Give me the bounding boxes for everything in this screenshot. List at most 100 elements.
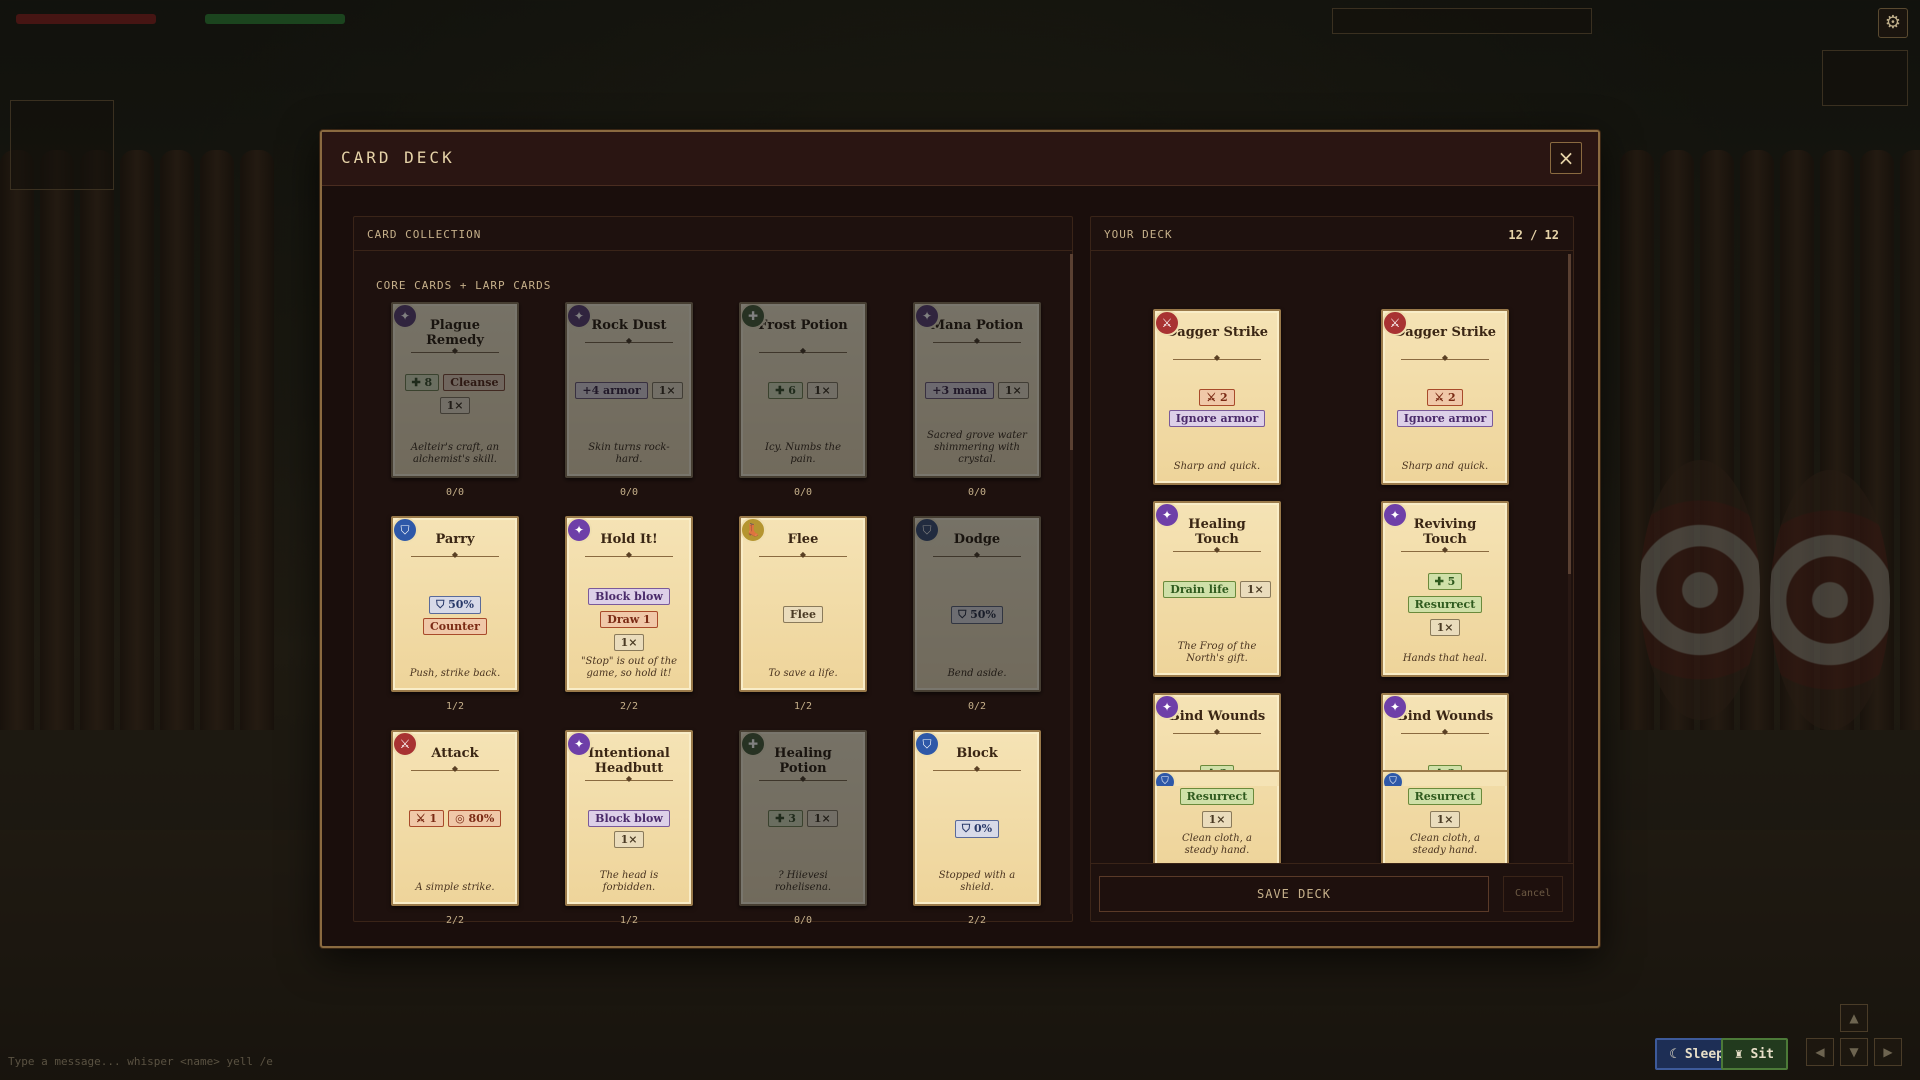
deck-slot: ⚔Dagger Strike ⚔ 2 Ignore armor Sharp and q…	[1381, 309, 1509, 485]
card[interactable]: ✚Frost Potion ✚ 61× Icy. Numbs the pain.	[739, 302, 867, 478]
minimap-slot	[10, 100, 114, 190]
sparkle-icon: ✦	[393, 304, 418, 329]
card-divider	[1401, 359, 1489, 360]
card-flavor: Skin turns rock-hard.	[588, 442, 670, 465]
card[interactable]: ✦Intentional Headbutt Block blow 1× The hea…	[565, 730, 693, 906]
arrow-up-icon[interactable]: ▲	[1840, 1004, 1868, 1032]
collection-slot: ✦Intentional Headbutt Block blow 1× The hea…	[565, 730, 693, 944]
card[interactable]: ✦ Plague Remedy ✚ 8Cleanse 1× Aelteir's craf…	[391, 302, 519, 478]
card-name: Dodge	[953, 532, 1001, 547]
card-divider	[933, 342, 1021, 343]
effect-chip: Cleanse	[443, 374, 506, 391]
deck-slot: ✦Reviving Touch ✚ 5 Resurrect 1× Hands that …	[1381, 501, 1509, 677]
card-effects: ⚔ 1 ◎ 80%	[397, 810, 513, 827]
card[interactable]: ✦ Hold It! Block blow Draw 1 1× "Stop" is out…	[565, 516, 693, 692]
collection-scrollbar[interactable]	[1070, 254, 1073, 914]
card-count: 0/2	[967, 701, 987, 712]
effect-chip: Drain life	[1163, 581, 1236, 598]
chat-input[interactable]: Type a message... whisper <name> yell /e	[8, 1055, 273, 1068]
card[interactable]: ✦Rock Dust +4 armor1× Skin turns rock-hard…	[565, 302, 693, 478]
sit-button[interactable]: ♜ Sit	[1720, 1038, 1788, 1070]
deck-scroll-area[interactable]: ⚔Dagger Strike ⚔ 2 Ignore armor Sharp and q…	[1091, 252, 1573, 864]
collection-slot: ✦ Plague Remedy ✚ 8Cleanse 1× Aelteir's craf…	[391, 302, 519, 516]
collection-label: CARD COLLECTION	[367, 228, 482, 241]
card-flavor: To save a life.	[768, 668, 838, 679]
card-flavor: Sharp and quick.	[1401, 461, 1489, 472]
card[interactable]: ✦ Healing Touch Drain life1× The Frog of th…	[1153, 501, 1281, 677]
card-name: Flee	[787, 532, 819, 547]
card-effects: +3 mana 1×	[919, 382, 1035, 399]
card-divider	[1173, 359, 1261, 360]
card[interactable]: ✦Mana Potion +3 mana1× Sacred grove water …	[913, 302, 1041, 478]
stamina-bar	[205, 14, 345, 24]
card-flavor: "Stop" is out of the game, so hold it!	[580, 656, 678, 679]
sparkle-icon: ✦	[567, 518, 592, 543]
effect-chip: 1×	[1429, 619, 1461, 636]
effect-chip: 1×	[439, 397, 471, 414]
effect-chip: Block blow	[588, 810, 670, 827]
card-divider	[585, 342, 673, 343]
arrow-down-icon[interactable]: ▼	[1840, 1038, 1868, 1066]
deck-card-partial[interactable]: ⛉	[1153, 770, 1281, 786]
card-name: Dagger Strike	[1166, 325, 1268, 340]
close-button[interactable]: ×	[1550, 142, 1582, 174]
card[interactable]: ⛉ Parry ⛉ 50% Counter Push, strike back.	[391, 516, 519, 692]
card[interactable]: ⛉ Block ⛉ 0% Stopped with a shield.	[913, 730, 1041, 906]
sparkle-icon: ✦	[1155, 503, 1180, 528]
deck-slot: ⚔Dagger Strike ⚔ 2 Ignore armor Sharp and q…	[1153, 309, 1281, 485]
card[interactable]: ⛉ Dodge ⛉ 50% Bend aside.	[913, 516, 1041, 692]
deck-scrollbar[interactable]	[1568, 254, 1571, 862]
effect-chip: Counter	[423, 618, 487, 635]
card-flavor: The Frog of the North's gift.	[1177, 641, 1257, 664]
deck-card-partial[interactable]: ⛉	[1381, 770, 1509, 786]
card[interactable]: ✚ Healing Potion ✚ 31× ? Hiievesi rohelisen…	[739, 730, 867, 906]
card-count: 0/0	[445, 487, 465, 498]
card-effects: ⛉ 50% Counter	[397, 596, 513, 635]
deck-footer: SAVE DECK Cancel	[1091, 863, 1573, 921]
effect-chip: Draw 1	[600, 611, 658, 628]
arrow-left-icon[interactable]: ◀	[1806, 1038, 1834, 1066]
card-count: 0/0	[619, 487, 639, 498]
card-count: 0/0	[793, 915, 813, 926]
cancel-button[interactable]: Cancel	[1503, 876, 1563, 912]
card[interactable]: ⚔ Attack ⚔ 1◎ 80% A simple strike.	[391, 730, 519, 906]
card-name: Rock Dust	[591, 318, 667, 333]
card-divider	[1401, 551, 1489, 552]
card[interactable]: 👢 Flee Flee To save a life.	[739, 516, 867, 692]
deck-scroll-thumb[interactable]	[1568, 254, 1571, 574]
deck-count: 12 / 12	[1508, 228, 1559, 242]
card-count: 1/2	[445, 701, 465, 712]
settings-gear-icon[interactable]: ⚙	[1878, 8, 1908, 38]
card-effects: Block blow 1×	[571, 810, 687, 848]
card-effects: ✚ 3 1×	[745, 810, 861, 827]
collection-slot: ⚔ Attack ⚔ 1◎ 80% A simple strike. 2/2	[391, 730, 519, 944]
collection-scroll-thumb[interactable]	[1070, 254, 1073, 450]
collection-header: CARD COLLECTION	[354, 217, 1072, 251]
heal-icon: ✚	[741, 304, 766, 329]
card-divider	[1401, 733, 1489, 734]
card-flavor: Sharp and quick.	[1173, 461, 1261, 472]
effect-chip: Ignore armor	[1168, 410, 1266, 427]
effect-chip: ⛉ 50%	[951, 606, 1003, 624]
effect-chip: Ignore armor	[1396, 410, 1494, 427]
sparkle-icon: ✦	[915, 304, 940, 329]
card-name: Bind Wounds	[1168, 709, 1266, 724]
effect-chip: ⚔ 2	[1199, 389, 1235, 406]
save-deck-button[interactable]: SAVE DECK	[1099, 876, 1489, 912]
deck-slot: ✦ Healing Touch Drain life1× The Frog of th…	[1153, 501, 1281, 677]
swords-icon: ⚔	[1155, 311, 1180, 336]
card[interactable]: ✦Reviving Touch ✚ 5 Resurrect 1× Hands that …	[1381, 501, 1509, 677]
effect-chip: ✚ 8	[404, 374, 440, 391]
card-effects: ⚔ 2 Ignore armor	[1159, 389, 1275, 427]
heal-icon: ✚	[741, 732, 766, 757]
card-name: Mana Potion	[930, 318, 1024, 333]
arrow-right-icon[interactable]: ▶	[1874, 1038, 1902, 1066]
card[interactable]: ⚔Dagger Strike ⚔ 2 Ignore armor Sharp and q…	[1153, 309, 1281, 485]
card-divider	[759, 780, 847, 781]
card[interactable]: ⚔Dagger Strike ⚔ 2 Ignore armor Sharp and q…	[1381, 309, 1509, 485]
deck-header: YOUR DECK 12 / 12	[1091, 217, 1573, 251]
boot-icon: 👢	[741, 518, 766, 543]
card-effects: ⛉ 50%	[919, 606, 1035, 624]
card-effects: ✚ 6 1×	[745, 382, 861, 399]
effect-chip: 1×	[997, 382, 1029, 399]
